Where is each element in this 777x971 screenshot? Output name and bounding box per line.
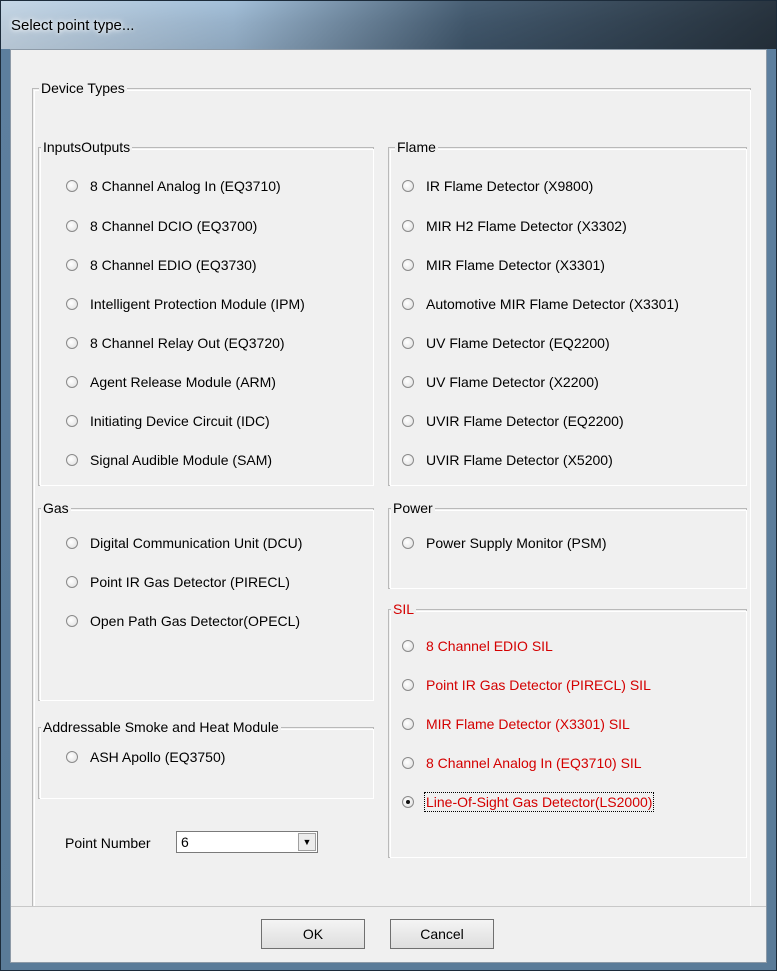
radio-uv-flame-eq2200[interactable]: UV Flame Detector (EQ2200) bbox=[402, 334, 610, 352]
radio-icon bbox=[402, 454, 414, 466]
radio-uv-flame-x2200[interactable]: UV Flame Detector (X2200) bbox=[402, 373, 599, 391]
radio-icon bbox=[66, 376, 78, 388]
radio-edio-sil[interactable]: 8 Channel EDIO SIL bbox=[402, 637, 553, 655]
radio-icon bbox=[402, 415, 414, 427]
inputs-outputs-label: InputsOutputs bbox=[41, 139, 133, 155]
radio-relay-out[interactable]: 8 Channel Relay Out (EQ3720) bbox=[66, 334, 285, 352]
radio-ir-flame-x9800[interactable]: IR Flame Detector (X9800) bbox=[402, 177, 593, 195]
radio-pirecl[interactable]: Point IR Gas Detector (PIRECL) bbox=[66, 573, 290, 591]
chevron-down-icon[interactable]: ▼ bbox=[298, 833, 316, 851]
radio-icon bbox=[402, 220, 414, 232]
radio-psm[interactable]: Power Supply Monitor (PSM) bbox=[402, 534, 607, 552]
point-number-value: 6 bbox=[181, 834, 189, 850]
radio-icon bbox=[402, 537, 414, 549]
radio-automotive-mir-flame[interactable]: Automotive MIR Flame Detector (X3301) bbox=[402, 295, 679, 313]
radio-icon bbox=[66, 337, 78, 349]
dialog-window: Select point type... Device Types Inputs… bbox=[0, 0, 777, 971]
radio-icon bbox=[402, 376, 414, 388]
radio-icon bbox=[402, 259, 414, 271]
radio-uvir-flame-x5200[interactable]: UVIR Flame Detector (X5200) bbox=[402, 451, 613, 469]
radio-opecl[interactable]: Open Path Gas Detector(OPECL) bbox=[66, 612, 300, 630]
cancel-button[interactable]: Cancel bbox=[390, 919, 494, 949]
radio-edio[interactable]: 8 Channel EDIO (EQ3730) bbox=[66, 256, 257, 274]
ok-button[interactable]: OK bbox=[261, 919, 365, 949]
radio-icon bbox=[66, 576, 78, 588]
title-bar[interactable]: Select point type... bbox=[1, 1, 776, 49]
smoke-heat-label: Addressable Smoke and Heat Module bbox=[41, 719, 281, 735]
gas-label: Gas bbox=[41, 500, 71, 516]
radio-pirecl-sil[interactable]: Point IR Gas Detector (PIRECL) SIL bbox=[402, 676, 651, 694]
radio-icon bbox=[402, 718, 414, 730]
radio-icon bbox=[66, 454, 78, 466]
radio-dcio[interactable]: 8 Channel DCIO (EQ3700) bbox=[66, 217, 257, 235]
point-number-select[interactable]: 6 ▼ bbox=[176, 831, 318, 853]
radio-icon bbox=[66, 751, 78, 763]
sil-label: SIL bbox=[391, 601, 417, 617]
dialog-footer: OK Cancel bbox=[11, 906, 766, 962]
power-label: Power bbox=[391, 500, 435, 516]
radio-icon bbox=[66, 220, 78, 232]
inputs-outputs-group: InputsOutputs bbox=[38, 139, 374, 486]
radio-icon bbox=[66, 298, 78, 310]
radio-ipm[interactable]: Intelligent Protection Module (IPM) bbox=[66, 295, 305, 313]
radio-arm[interactable]: Agent Release Module (ARM) bbox=[66, 373, 276, 391]
radio-dcu[interactable]: Digital Communication Unit (DCU) bbox=[66, 534, 302, 552]
dialog-client-area: Device Types InputsOutputs 8 Channel Ana… bbox=[10, 49, 767, 963]
radio-mir-h2-flame[interactable]: MIR H2 Flame Detector (X3302) bbox=[402, 217, 627, 235]
radio-idc[interactable]: Initiating Device Circuit (IDC) bbox=[66, 412, 270, 430]
radio-icon bbox=[66, 415, 78, 427]
radio-analog-in[interactable]: 8 Channel Analog In (EQ3710) bbox=[66, 177, 281, 195]
device-types-label: Device Types bbox=[39, 80, 127, 96]
radio-selected-icon bbox=[402, 796, 414, 808]
radio-icon bbox=[402, 180, 414, 192]
radio-uvir-flame-eq2200[interactable]: UVIR Flame Detector (EQ2200) bbox=[402, 412, 624, 430]
radio-mir-flame[interactable]: MIR Flame Detector (X3301) bbox=[402, 256, 605, 274]
radio-icon bbox=[66, 180, 78, 192]
flame-label: Flame bbox=[395, 139, 438, 155]
radio-ls2000[interactable]: Line-Of-Sight Gas Detector(LS2000) bbox=[402, 792, 655, 812]
radio-analog-in-sil[interactable]: 8 Channel Analog In (EQ3710) SIL bbox=[402, 754, 642, 772]
radio-icon bbox=[66, 537, 78, 549]
point-number-label: Point Number bbox=[65, 835, 151, 851]
radio-ash-apollo[interactable]: ASH Apollo (EQ3750) bbox=[66, 748, 225, 766]
radio-icon bbox=[402, 337, 414, 349]
radio-icon bbox=[402, 640, 414, 652]
radio-icon bbox=[66, 259, 78, 271]
radio-icon bbox=[402, 757, 414, 769]
flame-group: Flame bbox=[388, 139, 747, 486]
radio-mir-flame-sil[interactable]: MIR Flame Detector (X3301) SIL bbox=[402, 715, 630, 733]
radio-icon bbox=[66, 615, 78, 627]
radio-icon bbox=[402, 298, 414, 310]
window-title: Select point type... bbox=[11, 17, 135, 34]
radio-icon bbox=[402, 679, 414, 691]
radio-sam[interactable]: Signal Audible Module (SAM) bbox=[66, 451, 272, 469]
